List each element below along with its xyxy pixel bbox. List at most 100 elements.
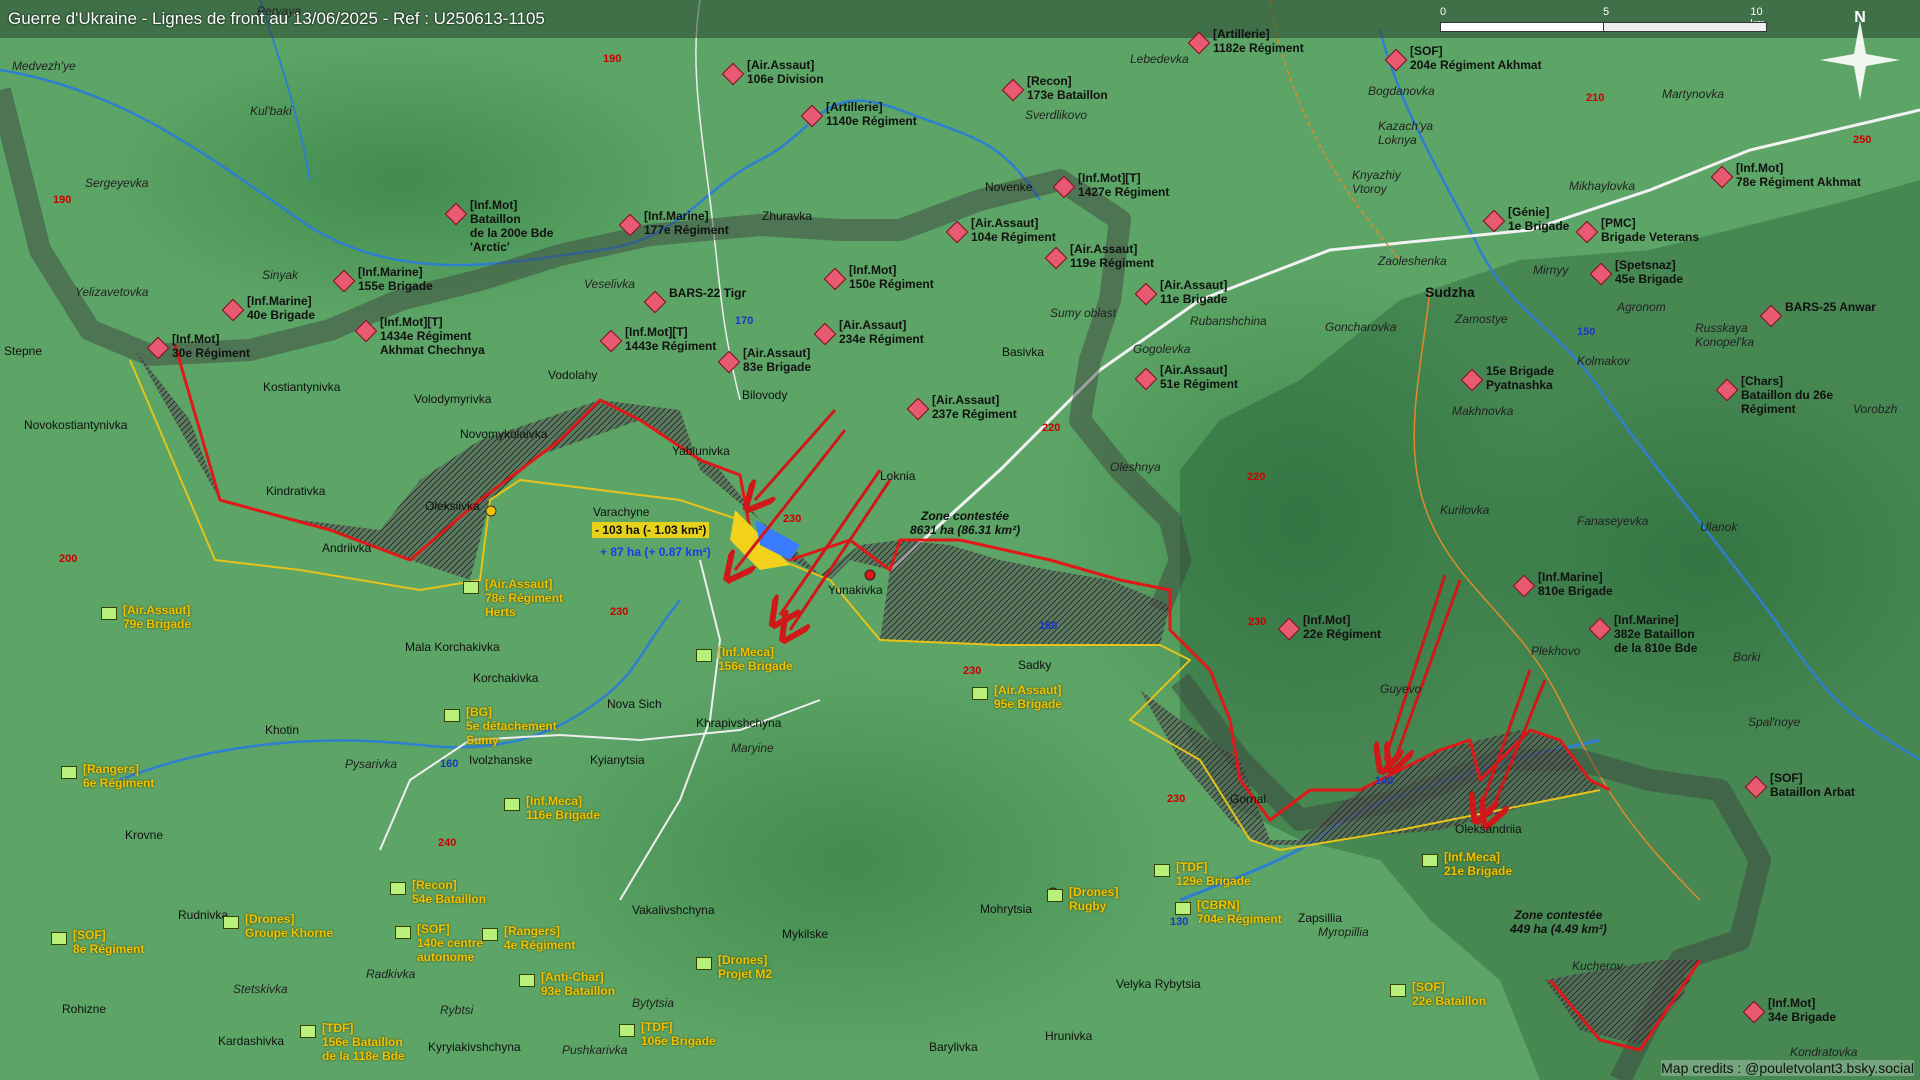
place-label: Radkivka bbox=[366, 967, 416, 981]
place-label: Kurilovka bbox=[1440, 503, 1490, 517]
russian-unit-label: [Inf.Mot] 34e Brigade bbox=[1768, 996, 1837, 1024]
ukrainian-unit-icon[interactable] bbox=[1154, 864, 1170, 877]
ukrainian-unit-icon[interactable] bbox=[504, 798, 520, 811]
place-label: Lebedevka bbox=[1130, 52, 1189, 66]
ukrainian-unit-icon[interactable] bbox=[51, 932, 67, 945]
road-number: 130 bbox=[1170, 916, 1189, 928]
russian-unit-label: [SOF] Bataillon Arbat bbox=[1770, 771, 1855, 799]
place-label: Volodymyrivka bbox=[414, 392, 492, 406]
ukrainian-unit-label: [Inf.Meca] 156e Brigade bbox=[718, 645, 793, 673]
road-number: 200 bbox=[59, 553, 78, 565]
place-label: Agronom bbox=[1617, 300, 1666, 314]
ukrainian-unit-label: [Air.Assaut] 79e Brigade bbox=[123, 603, 192, 631]
road-number: 210 bbox=[1586, 92, 1605, 104]
frontline-map[interactable]: Guerre d'Ukraine - Lignes de front au 13… bbox=[0, 0, 1920, 1080]
loss-label: - 103 ha (- 1.03 km²) bbox=[592, 522, 710, 538]
place-label: Martynovka bbox=[1662, 87, 1725, 101]
ukrainian-unit-label: [Drones] Groupe Khorne bbox=[245, 912, 334, 940]
place-label: Sadky bbox=[1018, 658, 1052, 672]
russian-unit-label: [Air.Assaut] 119e Régiment bbox=[1070, 242, 1155, 270]
ukrainian-unit-label: [Recon] 54e Bataillon bbox=[412, 878, 487, 906]
russian-unit-label: [Air.Assaut] 51e Régiment bbox=[1160, 363, 1239, 391]
place-label: Kostiantynivka bbox=[263, 380, 341, 394]
russian-unit-label: [Inf.Mot] 150e Régiment bbox=[849, 263, 934, 291]
scale-tick-5: 5 bbox=[1603, 6, 1610, 18]
place-label: Borki bbox=[1733, 650, 1761, 664]
contested-zone-label: Zone contestée 8631 ha (86.31 km²) bbox=[910, 509, 1021, 537]
place-label: Plekhovo bbox=[1531, 644, 1581, 658]
place-label: Ivolzhanske bbox=[469, 753, 533, 767]
russian-unit-label: [Inf.Mot][T] 1427e Régiment bbox=[1078, 171, 1170, 199]
road-number: 170 bbox=[735, 315, 754, 327]
ukrainian-unit-icon[interactable] bbox=[696, 957, 712, 970]
place-label: Stepne bbox=[4, 344, 43, 358]
russian-unit-label: [Air.Assaut] 104e Régiment bbox=[971, 216, 1056, 244]
russian-unit-label: [Inf.Marine] 177e Régiment bbox=[644, 209, 729, 237]
russian-unit-label: [Inf.Marine] 155e Brigade bbox=[358, 265, 433, 293]
place-label: Mykilske bbox=[782, 927, 829, 941]
ukrainian-unit-icon[interactable] bbox=[1175, 902, 1191, 915]
russian-unit-label: [Air.Assaut] 234e Régiment bbox=[839, 318, 924, 346]
ukrainian-unit-icon[interactable] bbox=[61, 766, 77, 779]
place-label: Stetskivka bbox=[233, 982, 288, 996]
russian-unit-label: [Air.Assaut] 11e Brigade bbox=[1160, 278, 1228, 306]
ukrainian-unit-icon[interactable] bbox=[444, 709, 460, 722]
ukrainian-unit-label: [BG] 5e détachement Sumy bbox=[466, 705, 557, 747]
place-label: Pushkarivka bbox=[562, 1043, 628, 1057]
ukrainian-unit-icon[interactable] bbox=[619, 1024, 635, 1037]
ukrainian-unit-label: [TDF] 156e Bataillon de la 118e Bde bbox=[322, 1021, 405, 1063]
place-label: Knyazhiy Vtoroy bbox=[1352, 168, 1401, 196]
scale-tick-0: 0 bbox=[1440, 6, 1447, 18]
place-label: Sudzha bbox=[1425, 284, 1475, 300]
gain-label: + 87 ha (+ 0.87 km²) bbox=[600, 545, 711, 559]
place-label: Guyevo bbox=[1380, 682, 1422, 696]
russian-unit-label: 15e Brigade Pyatnashka bbox=[1486, 364, 1555, 392]
road-number: 150 bbox=[1577, 326, 1596, 338]
place-label: Yelizavetovka bbox=[75, 285, 149, 299]
place-label: Gornal bbox=[1230, 792, 1267, 806]
place-label: Mirnyy bbox=[1533, 263, 1569, 277]
place-label: Goncharovka bbox=[1325, 320, 1397, 334]
ukrainian-unit-icon[interactable] bbox=[463, 581, 479, 594]
road-number: 190 bbox=[53, 194, 72, 206]
place-label: Kul'baki bbox=[250, 104, 292, 118]
ukrainian-unit-icon[interactable] bbox=[395, 926, 411, 939]
russian-unit-label: BARS-22 Tigr bbox=[669, 286, 747, 300]
ukrainian-unit-icon[interactable] bbox=[1390, 984, 1406, 997]
place-label: Rybtsi bbox=[440, 1003, 474, 1017]
ukrainian-unit-label: [CBRN] 704e Régiment bbox=[1197, 898, 1282, 926]
place-label: Novomykolaivka bbox=[460, 427, 548, 441]
city-dot bbox=[864, 569, 876, 581]
russian-unit-label: BARS-25 Anwar bbox=[1785, 300, 1876, 314]
place-label: Veselivka bbox=[584, 277, 635, 291]
ukrainian-unit-icon[interactable] bbox=[101, 607, 117, 620]
ukrainian-unit-icon[interactable] bbox=[300, 1025, 316, 1038]
ukrainian-unit-icon[interactable] bbox=[519, 974, 535, 987]
road-number: 190 bbox=[603, 53, 622, 65]
place-label: Myropillia bbox=[1318, 925, 1369, 939]
place-label: Mohrytsia bbox=[980, 902, 1033, 916]
ukrainian-unit-icon[interactable] bbox=[482, 928, 498, 941]
place-label: Kondratovka bbox=[1790, 1045, 1858, 1059]
ukrainian-unit-label: [Inf.Meca] 116e Brigade bbox=[526, 794, 601, 822]
ukrainian-unit-icon[interactable] bbox=[972, 687, 988, 700]
ukrainian-unit-icon[interactable] bbox=[223, 916, 239, 929]
place-label: Kyianytsia bbox=[590, 753, 645, 767]
russian-unit-label: [Inf.Mot][T] 1443e Régiment bbox=[625, 325, 717, 353]
ukrainian-unit-icon[interactable] bbox=[1422, 854, 1438, 867]
ukrainian-unit-icon[interactable] bbox=[390, 882, 406, 895]
place-label: Krovne bbox=[125, 828, 164, 842]
russian-unit-label: [Air.Assaut] 106e Division bbox=[747, 58, 824, 86]
north-label: N bbox=[1854, 10, 1866, 26]
russian-unit-label: [Inf.Mot] Bataillon de la 200e Bde 'Arctic' bbox=[470, 198, 554, 254]
place-label: Rohizne bbox=[62, 1002, 107, 1016]
scale-bar: 0 5 10 km bbox=[1440, 6, 1770, 32]
ukrainian-unit-label: [Air.Assaut] 78e Régiment Herts bbox=[485, 577, 564, 619]
ukrainian-unit-icon[interactable] bbox=[696, 649, 712, 662]
place-label: Kucherov bbox=[1572, 959, 1623, 973]
place-label: Bogdanovka bbox=[1368, 84, 1435, 98]
place-label: Sinyak bbox=[262, 268, 299, 282]
place-label: Maryine bbox=[731, 741, 774, 755]
russian-unit-label: [Chars] Bataillon du 26e Régiment bbox=[1741, 374, 1834, 416]
ukrainian-unit-icon[interactable] bbox=[1047, 889, 1063, 902]
